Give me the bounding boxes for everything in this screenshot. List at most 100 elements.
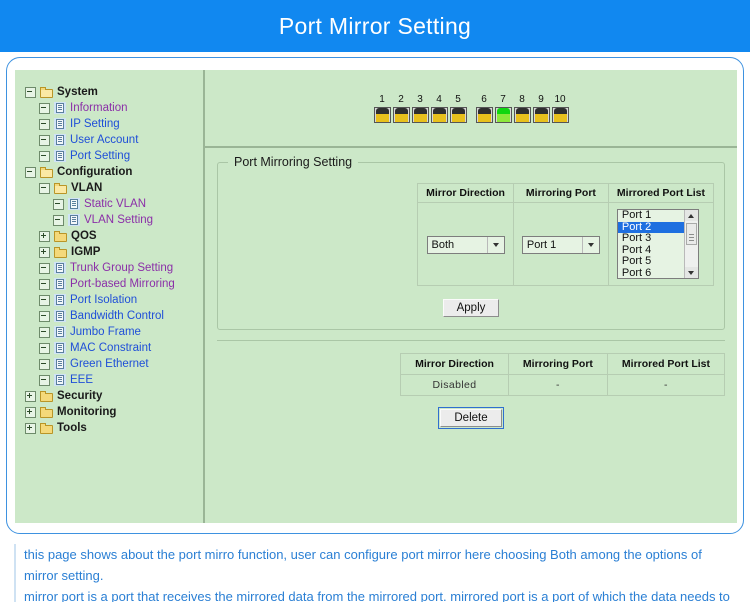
sidebar-item-vlan[interactable]: VLAN	[15, 180, 203, 196]
sidebar-item-port-isolation[interactable]: Port Isolation	[15, 292, 203, 308]
port-8[interactable]: 8	[513, 94, 532, 123]
port-number-label: 10	[554, 93, 566, 105]
sidebar-item-tools[interactable]: Tools	[15, 420, 203, 436]
collapse-icon[interactable]	[39, 326, 50, 338]
sidebar-item-label: System	[57, 86, 98, 98]
sidebar-item-label: Green Ethernet	[70, 358, 149, 370]
collapse-icon[interactable]	[39, 342, 50, 354]
collapse-icon[interactable]	[53, 214, 64, 226]
collapse-icon[interactable]	[39, 102, 50, 114]
sidebar-item-eee[interactable]: EEE	[15, 372, 203, 388]
sidebar-item-qos[interactable]: QOS	[15, 228, 203, 244]
port-number-label: 4	[436, 93, 442, 105]
port-5[interactable]: 5	[449, 94, 468, 123]
collapse-icon[interactable]	[25, 166, 36, 178]
document-icon	[54, 374, 66, 386]
collapse-icon[interactable]	[39, 150, 50, 162]
port-2[interactable]: 2	[392, 94, 411, 123]
collapse-icon[interactable]	[39, 294, 50, 306]
document-icon	[54, 102, 66, 114]
mirroring-port-select[interactable]: Port 1	[521, 235, 600, 254]
port-6[interactable]: 6	[475, 94, 494, 123]
rj45-port-icon	[411, 106, 429, 123]
table-row: Both Port 1 Port 1 Port 2 Port 3 Port 4 …	[417, 202, 715, 286]
collapse-icon[interactable]	[39, 278, 50, 290]
chevron-down-icon	[486, 236, 504, 253]
port-number-label: 1	[379, 93, 385, 105]
cell-mirroring-port: -	[507, 374, 608, 396]
collapse-icon[interactable]	[39, 374, 50, 386]
port-7[interactable]: 7	[494, 94, 513, 123]
sidebar-item-mac-constraint[interactable]: MAC Constraint	[15, 340, 203, 356]
rj45-port-icon	[373, 106, 391, 123]
table-row: Disabled - -	[400, 374, 726, 396]
sidebar-item-vlan-setting[interactable]: VLAN Setting	[15, 212, 203, 228]
document-icon	[54, 342, 66, 354]
scroll-up-arrow-icon[interactable]	[684, 210, 698, 221]
description-line-1: this page shows about the port mirro fun…	[24, 547, 702, 584]
document-icon	[54, 278, 66, 290]
mirror-direction-select[interactable]: Both	[426, 235, 505, 254]
listbox-option[interactable]: Port 1	[618, 210, 684, 222]
description-line-2: mirror port is a port that receives the …	[24, 589, 730, 602]
sidebar-tree: System Information IP Setting User Account P…	[15, 84, 203, 436]
document-icon	[54, 262, 66, 274]
sidebar-item-monitoring[interactable]: Monitoring	[15, 404, 203, 420]
expand-icon[interactable]	[25, 390, 36, 402]
sidebar-item-igmp[interactable]: IGMP	[15, 244, 203, 260]
document-icon	[54, 118, 66, 130]
sidebar-item-green-ethernet[interactable]: Green Ethernet	[15, 356, 203, 372]
sidebar-item-static-vlan[interactable]: Static VLAN	[15, 196, 203, 212]
collapse-icon[interactable]	[53, 198, 64, 210]
expand-icon[interactable]	[25, 422, 36, 434]
expand-icon[interactable]	[25, 406, 36, 418]
sidebar-item-system[interactable]: System	[15, 84, 203, 100]
delete-button[interactable]: Delete	[438, 407, 504, 429]
apply-button[interactable]: Apply	[442, 299, 500, 317]
mirroring-config-table: Mirror Direction Mirroring Port Mirrored…	[417, 183, 715, 286]
port-1[interactable]: 1	[373, 94, 392, 123]
folder-closed-icon	[54, 230, 67, 242]
sidebar-item-label: IGMP	[71, 246, 101, 258]
sidebar-item-information[interactable]: Information	[15, 100, 203, 116]
sidebar-item-port-setting[interactable]: Port Setting	[15, 148, 203, 164]
cell-mirroring-port: Port 1	[512, 202, 609, 286]
collapse-icon[interactable]	[39, 310, 50, 322]
listbox-options[interactable]: Port 1 Port 2 Port 3 Port 4 Port 5 Port 6	[617, 210, 684, 278]
sidebar-item-bandwidth-control[interactable]: Bandwidth Control	[15, 308, 203, 324]
page-title-bar: Port Mirror Setting	[0, 0, 750, 52]
sidebar-item-jumbo-frame[interactable]: Jumbo Frame	[15, 324, 203, 340]
sidebar-item-label: Configuration	[57, 166, 133, 178]
port-4[interactable]: 4	[430, 94, 449, 123]
port-10[interactable]: 10	[551, 94, 570, 123]
listbox-option[interactable]: Port 6	[618, 267, 684, 278]
port-3[interactable]: 3	[411, 94, 430, 123]
scroll-down-arrow-icon[interactable]	[684, 267, 698, 278]
sidebar-item-configuration[interactable]: Configuration	[15, 164, 203, 180]
collapse-icon[interactable]	[39, 134, 50, 146]
sidebar-item-trunk-group-setting[interactable]: Trunk Group Setting	[15, 260, 203, 276]
sidebar-item-security[interactable]: Security	[15, 388, 203, 404]
sidebar-item-ip-setting[interactable]: IP Setting	[15, 116, 203, 132]
sidebar-item-label: Bandwidth Control	[70, 310, 164, 322]
rj45-port-icon	[532, 106, 550, 123]
port-9[interactable]: 9	[532, 94, 551, 123]
results-header-mirrored-port-list: Mirrored Port List	[606, 353, 726, 375]
document-icon	[54, 294, 66, 306]
collapse-icon[interactable]	[39, 118, 50, 130]
collapse-icon[interactable]	[25, 86, 36, 98]
scrollbar-thumb[interactable]	[685, 223, 697, 245]
listbox-scrollbar[interactable]	[683, 210, 698, 278]
expand-icon[interactable]	[39, 246, 50, 258]
folder-closed-icon	[40, 406, 53, 418]
collapse-icon[interactable]	[39, 358, 50, 370]
collapse-icon[interactable]	[39, 182, 50, 194]
folder-open-icon	[40, 86, 53, 98]
cell-mirrored-port-list: -	[606, 374, 726, 396]
expand-icon[interactable]	[39, 230, 50, 242]
sidebar-item-user-account[interactable]: User Account	[15, 132, 203, 148]
mirroring-results-section: Mirror Direction Mirroring Port Mirrored…	[217, 340, 726, 429]
mirrored-port-listbox[interactable]: Port 1 Port 2 Port 3 Port 4 Port 5 Port 6	[616, 209, 699, 279]
collapse-icon[interactable]	[39, 262, 50, 274]
sidebar-item-port-based-mirroring[interactable]: Port-based Mirroring	[15, 276, 203, 292]
